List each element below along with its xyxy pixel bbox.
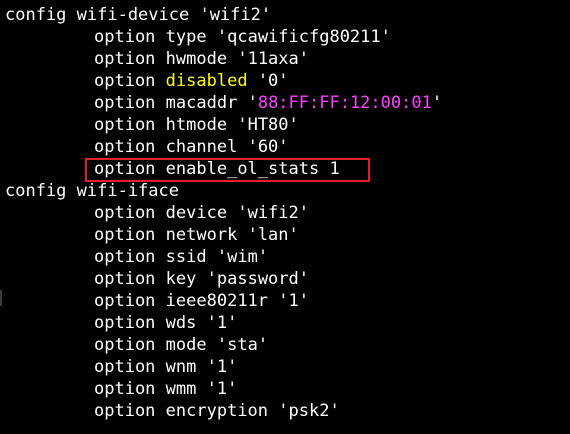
option-key: encryption: [165, 401, 269, 421]
option-line-wds: option wds '1': [94, 312, 237, 334]
option-line-hwmode: option hwmode '11axa': [94, 48, 309, 70]
mac-address-value: 88:FF:FF:12:00:01: [257, 93, 432, 113]
option-keyword: option: [94, 247, 156, 267]
option-keyword: option: [94, 357, 156, 377]
config-header-text: config wifi-iface: [5, 181, 179, 201]
option-keyword: option: [94, 71, 156, 91]
option-key-highlighted: disabled: [165, 71, 248, 91]
option-value: 'HT80': [237, 115, 299, 135]
option-value: '1': [206, 357, 238, 377]
option-keyword: option: [94, 401, 156, 421]
option-value: 'qcawificfg80211': [216, 27, 391, 47]
option-value: '60': [247, 137, 289, 157]
option-keyword: option: [94, 203, 156, 223]
option-key: ieee80211r: [165, 291, 269, 311]
option-key: key: [165, 269, 197, 289]
option-value: '1': [206, 379, 238, 399]
option-key: htmode: [165, 115, 228, 135]
option-keyword: option: [94, 313, 156, 333]
option-keyword: option: [94, 49, 156, 69]
option-keyword: option: [94, 291, 156, 311]
option-line-htmode: option htmode 'HT80': [94, 114, 299, 136]
option-key: device: [165, 203, 228, 223]
config-header-wifi-device: config wifi-device 'wifi2': [5, 4, 271, 26]
option-line-ieee80211r: option ieee80211r '1': [94, 290, 309, 312]
config-header-text: config wifi-device 'wifi2': [5, 5, 272, 25]
option-key: mode: [165, 335, 207, 355]
option-key: wmm: [165, 379, 197, 399]
option-line-key: option key 'password': [94, 268, 309, 290]
option-line-disabled: option disabled '0': [94, 70, 289, 92]
option-line-ssid: option ssid 'wim': [94, 246, 268, 268]
option-keyword: option: [94, 269, 156, 289]
option-value: 'wim': [216, 247, 269, 267]
option-keyword: option: [94, 225, 156, 245]
option-keyword: option: [94, 335, 156, 355]
config-header-wifi-iface: config wifi-iface: [5, 180, 179, 202]
option-line-channel: option channel '60': [94, 136, 289, 158]
option-value: '1': [206, 313, 238, 333]
option-line-wmm: option wmm '1': [94, 378, 237, 400]
option-key: wnm: [165, 357, 197, 377]
option-key: ssid: [165, 247, 207, 267]
option-value: 'lan': [247, 225, 299, 245]
option-line-network: option network 'lan': [94, 224, 299, 246]
terminal-window[interactable]: config wifi-device 'wifi2' option type '…: [0, 0, 570, 434]
quote-open: ': [247, 93, 258, 113]
option-keyword: option: [94, 27, 156, 47]
option-key: wds: [165, 313, 197, 333]
option-key: type: [165, 27, 207, 47]
option-value: 'psk2': [278, 401, 340, 421]
scroll-marker: [0, 290, 2, 306]
option-keyword: option: [94, 93, 156, 113]
option-value: 'sta': [216, 335, 269, 355]
option-keyword: option: [94, 137, 156, 157]
option-line-wnm: option wnm '1': [94, 356, 237, 378]
option-line-macaddr: option macaddr '88:FF:FF:12:00:01': [94, 92, 442, 114]
option-key: channel: [165, 137, 238, 157]
quote-close: ': [431, 93, 443, 113]
option-key: network: [165, 225, 238, 245]
option-line-encryption: option encryption 'psk2': [94, 400, 340, 422]
option-value: '0': [257, 71, 289, 91]
option-line-mode: option mode 'sta': [94, 334, 268, 356]
option-key: macaddr: [165, 93, 238, 113]
option-line-device: option device 'wifi2': [94, 202, 309, 224]
option-keyword: option: [94, 115, 156, 135]
option-value: '11axa': [237, 49, 309, 69]
option-key: hwmode: [165, 49, 228, 69]
option-value: 'wifi2': [237, 203, 309, 223]
annotation-highlight-box: [85, 158, 370, 182]
option-value: 'password': [206, 269, 309, 289]
option-value: '1': [278, 291, 309, 311]
option-keyword: option: [94, 379, 156, 399]
option-line-type: option type 'qcawificfg80211': [94, 26, 391, 48]
